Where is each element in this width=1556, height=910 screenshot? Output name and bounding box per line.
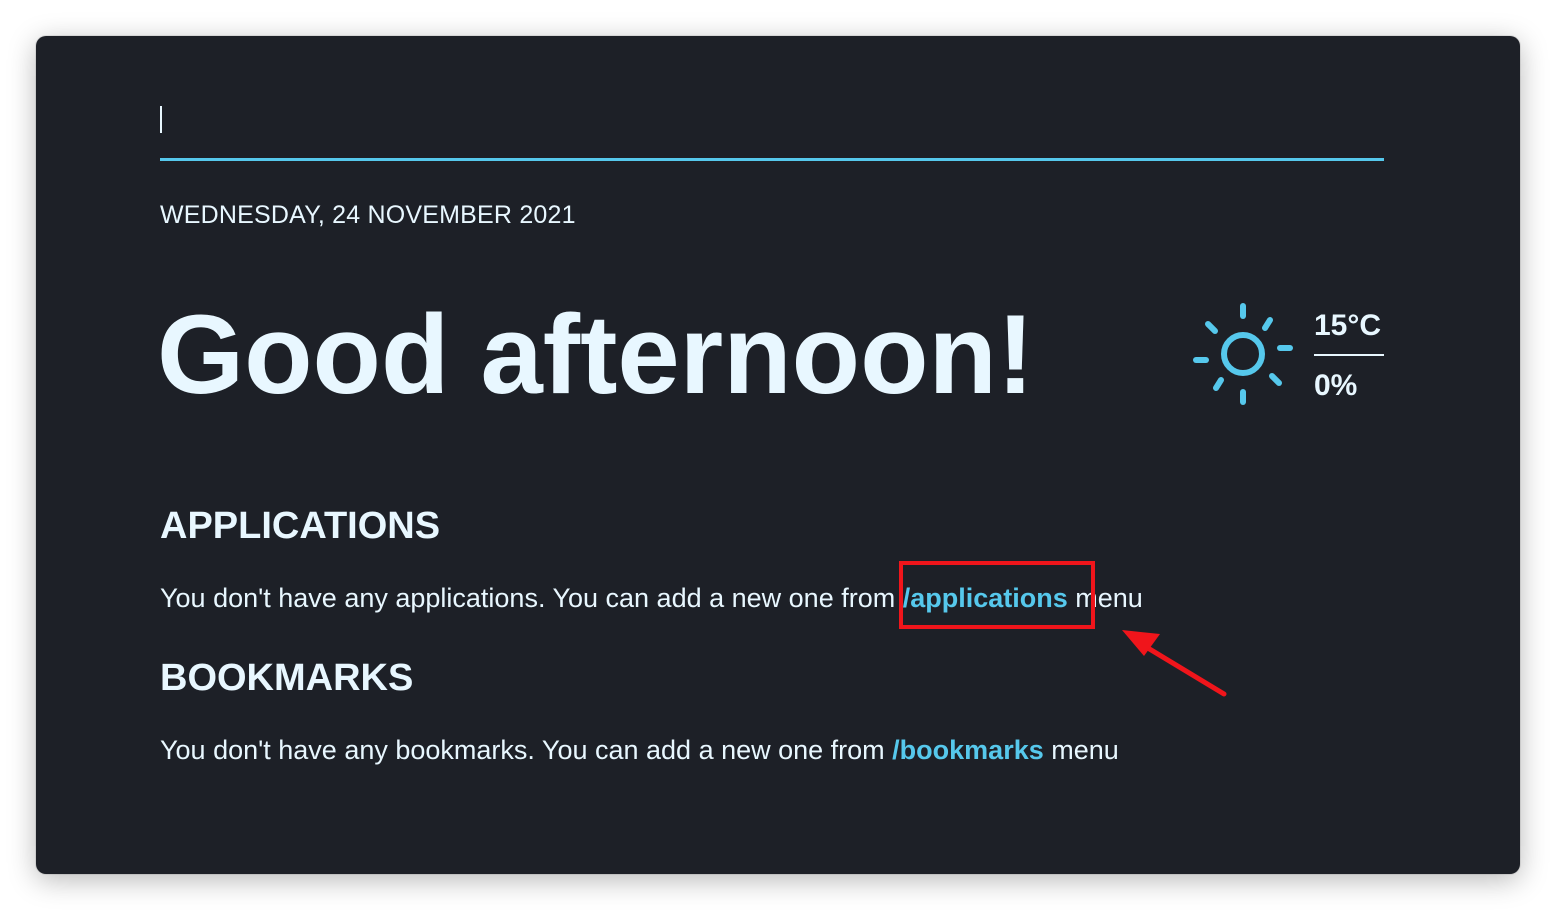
applications-link[interactable]: /applications [903,583,1068,613]
bookmarks-empty-text: You don't have any bookmarks. You can ad… [160,735,893,765]
precipitation: 0% [1314,369,1358,402]
app-window: WEDNESDAY, 24 NOVEMBER 2021 Good afterno… [36,36,1520,874]
current-date: WEDNESDAY, 24 NOVEMBER 2021 [160,201,576,229]
applications-empty-message: You don't have any applications. You can… [160,581,1143,615]
bookmarks-heading: BOOKMARKS [160,657,414,699]
temperature: 15°C [1314,309,1382,342]
weather-divider [1314,354,1384,356]
red-arrow-icon [1122,630,1227,697]
search-input[interactable] [160,96,1384,158]
search-bar[interactable] [160,96,1384,161]
bookmarks-link[interactable]: /bookmarks [892,735,1044,765]
bookmarks-empty-message: You don't have any bookmarks. You can ad… [160,733,1119,767]
bookmarks-suffix: menu [1043,735,1119,765]
text-cursor [160,106,162,133]
applications-empty-text: You don't have any applications. You can… [160,583,903,613]
greeting-heading: Good afternoon! [157,292,1035,417]
weather-widget: 15°C 0% [1192,302,1388,412]
applications-heading: APPLICATIONS [160,505,441,547]
applications-suffix: menu [1067,583,1143,613]
sun-icon [1193,303,1293,405]
